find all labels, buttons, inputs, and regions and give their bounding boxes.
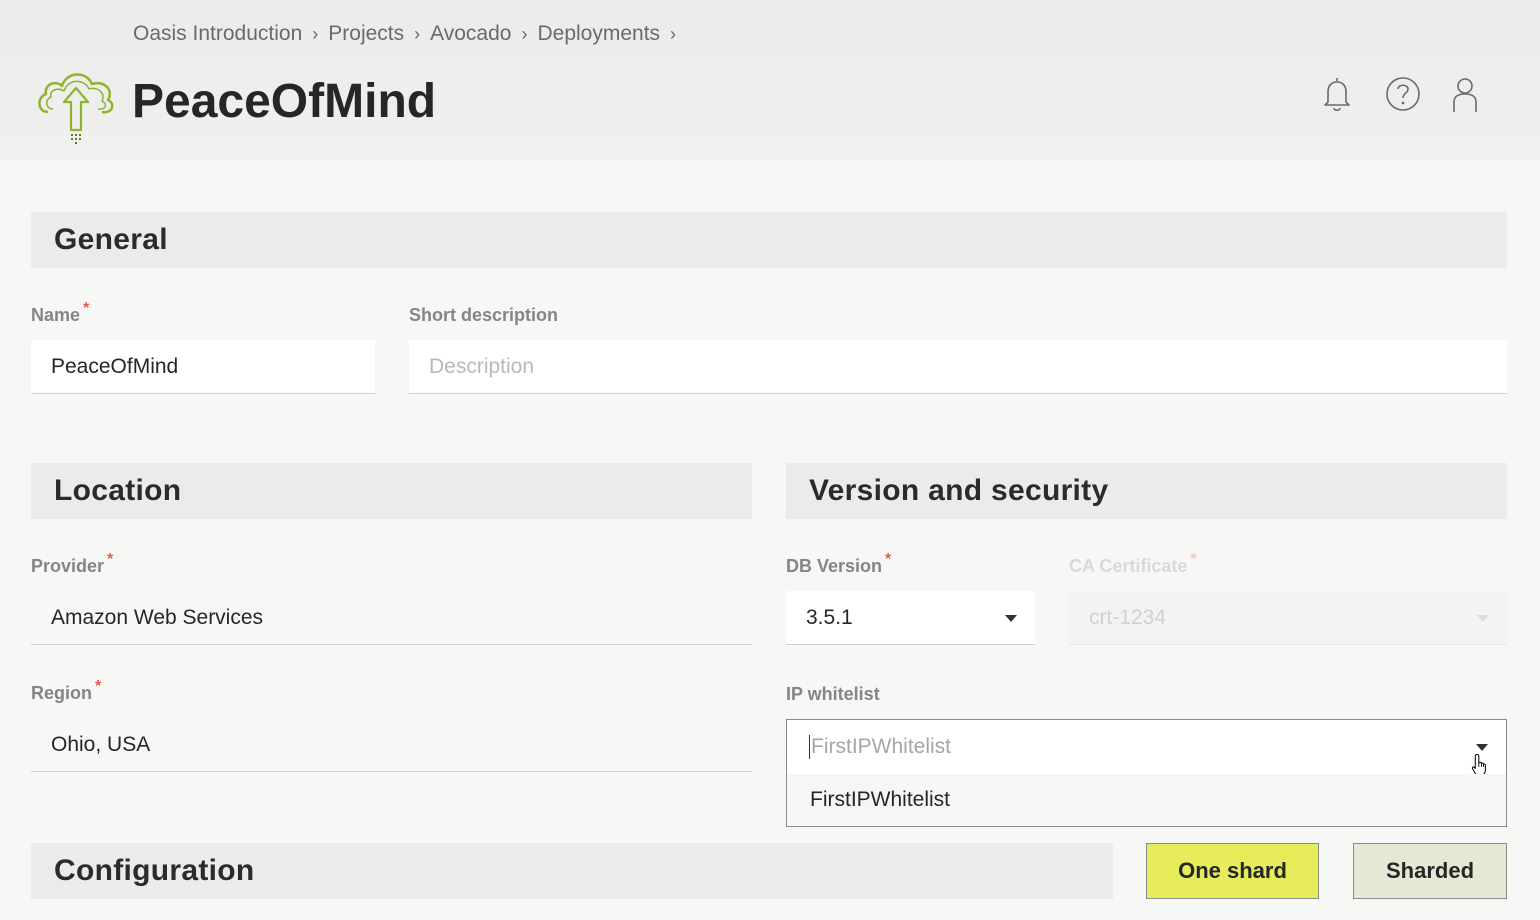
provider-field[interactable]: Amazon Web Services [31,591,752,645]
app-title: PeaceOfMind [132,75,437,128]
chevron-down-icon[interactable] [1476,744,1488,751]
configuration-section-header: Configuration [31,843,1113,899]
breadcrumb-separator: › [414,23,421,44]
breadcrumb-item-oasis-introduction[interactable]: Oasis Introduction [133,22,302,46]
breadcrumb: Oasis Introduction › Projects › Avocado … [133,22,686,46]
text-cursor [809,735,810,759]
name-label-text: Name [31,305,81,325]
ip-whitelist-input-text: FirstIPWhitelist [811,735,952,758]
db-version-label-text: DB Version [786,556,883,576]
ip-whitelist-input[interactable]: FirstIPWhitelist [787,720,1506,777]
region-field[interactable]: Ohio, USA [31,718,752,772]
db-version-label: DB Version * [786,551,891,577]
location-heading: Location [54,474,182,507]
required-marker: * [95,678,102,695]
provider-label-text: Provider [31,556,105,576]
user-icon[interactable] [1445,74,1485,114]
breadcrumb-separator: › [312,23,319,44]
region-field-value: Ohio, USA [51,732,151,756]
version-security-section-header: Version and security [786,463,1507,519]
bell-icon[interactable] [1317,74,1357,114]
breadcrumb-item-deployments[interactable]: Deployments [537,22,660,46]
breadcrumb-item-projects[interactable]: Projects [328,22,404,46]
required-marker: * [107,551,114,568]
name-field-value: PeaceOfMind [51,354,179,378]
short-description-label-text: Short description [409,305,559,325]
sharded-button[interactable]: Sharded [1353,843,1507,899]
db-version-select[interactable]: 3.5.1 [786,591,1035,645]
location-section-header: Location [31,463,752,519]
name-label: Name * [31,300,89,326]
ca-certificate-select: crt-1234 [1069,591,1507,645]
required-marker: * [885,551,892,568]
ip-whitelist-label-text: IP whitelist [786,684,880,704]
breadcrumb-item-avocado[interactable]: Avocado [430,22,511,46]
region-label-text: Region [31,683,92,703]
configuration-heading: Configuration [54,854,255,887]
general-section-header: General [31,212,1507,268]
breadcrumb-separator: › [670,23,677,44]
region-label: Region * [31,678,101,704]
provider-label: Provider * [31,551,113,577]
chevron-down-icon [1477,614,1489,622]
cloud-upload-logo [38,73,114,144]
short-description-placeholder: Description [429,354,535,378]
general-heading: General [54,223,168,256]
ca-certificate-label-text: CA Certificate [1069,556,1188,576]
ip-whitelist-dropdown[interactable]: FirstIPWhitelist FirstIPWhitelist [786,719,1507,827]
breadcrumb-separator: › [521,23,528,44]
short-description-label: Short description [409,305,558,326]
db-version-value: 3.5.1 [806,605,853,629]
one-shard-button[interactable]: One shard [1146,843,1319,899]
page-header: Oasis Introduction › Projects › Avocado … [0,0,1540,160]
ip-whitelist-option[interactable]: FirstIPWhitelist [787,774,1506,826]
ca-certificate-value: crt-1234 [1089,605,1167,629]
required-marker: * [1190,551,1197,568]
required-marker: * [83,300,90,317]
provider-field-value: Amazon Web Services [51,605,264,629]
chevron-down-icon [1005,614,1017,622]
ca-certificate-label: CA Certificate * [1069,551,1197,577]
short-description-field[interactable]: Description [409,340,1507,394]
ip-whitelist-label: IP whitelist [786,684,880,705]
name-field[interactable]: PeaceOfMind [31,340,375,394]
help-icon[interactable] [1383,74,1423,114]
version-security-heading: Version and security [809,474,1109,507]
